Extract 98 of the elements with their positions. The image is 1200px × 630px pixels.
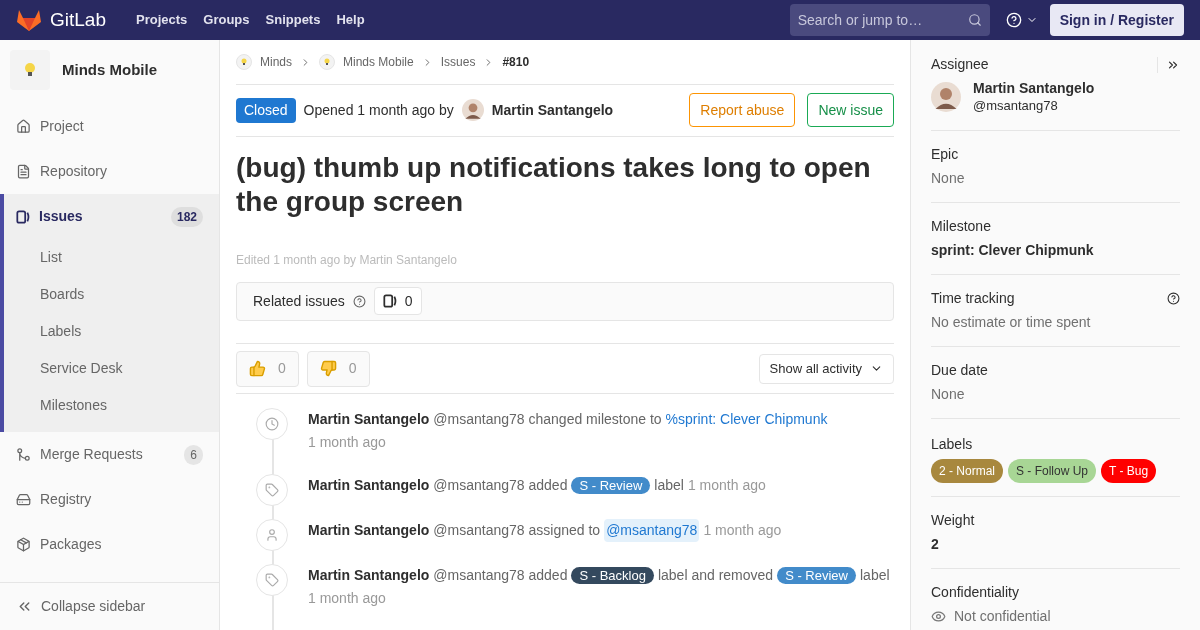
sidebar-subitem[interactable]: List xyxy=(4,239,219,276)
section-title: Confidentiality xyxy=(931,583,1019,602)
issues-icon xyxy=(382,294,397,309)
section-title: Weight xyxy=(931,511,975,530)
eye-icon xyxy=(931,609,946,624)
sidebar-item[interactable]: Project xyxy=(0,104,219,149)
section-value: Not confidential xyxy=(954,607,1051,626)
user-icon xyxy=(265,528,279,542)
event-label[interactable]: S - Review xyxy=(571,477,651,494)
breadcrumb-link[interactable]: Minds xyxy=(260,53,292,72)
search-field[interactable]: Search or jump to… xyxy=(789,4,990,36)
event-author[interactable]: Martin Santangelo xyxy=(308,408,430,431)
help-dropdown[interactable] xyxy=(1005,12,1038,28)
project-name[interactable]: Minds Mobile xyxy=(62,58,157,82)
section-value: sprint: Clever Chipmunk xyxy=(931,241,1094,260)
clock-icon xyxy=(265,417,279,431)
edited-note: Edited 1 month ago by Martin Santangelo xyxy=(236,251,458,269)
count-badge: 182 xyxy=(170,206,203,227)
tag-icon xyxy=(265,573,279,587)
nav-link[interactable]: Projects xyxy=(128,10,196,30)
opened-text: Opened 1 month ago by xyxy=(303,100,454,120)
event-text: @msantang78 changed milestone to xyxy=(433,410,662,429)
section-value: None xyxy=(931,385,965,404)
event-author[interactable]: Martin Santangelo xyxy=(308,519,430,542)
section-value: No estimate or time spent xyxy=(931,313,1091,332)
event-text: @msantang78 assigned to xyxy=(433,521,601,540)
section-title: Epic xyxy=(931,145,959,164)
thumbs-down-icon xyxy=(319,360,337,378)
sidebar-item[interactable]: Registry xyxy=(0,477,219,522)
sidebar-subitem[interactable]: Labels xyxy=(4,313,219,350)
assignee-name[interactable]: Martin Santangelo xyxy=(973,79,1095,97)
search-icon xyxy=(967,13,982,27)
breadcrumb-link[interactable]: Issues xyxy=(440,53,476,72)
section-title: Assignee xyxy=(931,55,989,74)
section-value: None xyxy=(931,169,965,188)
event-text: label xyxy=(860,566,890,585)
nav-link[interactable]: Snippets xyxy=(257,10,329,30)
brand-name[interactable]: GitLab xyxy=(50,5,106,35)
event-label[interactable]: S - Backlog xyxy=(571,567,654,584)
event-time: 1 month ago xyxy=(308,433,386,452)
event-text: label xyxy=(654,476,684,495)
event-text: @msantang78 added xyxy=(433,566,568,585)
help-icon[interactable] xyxy=(1167,292,1180,305)
label-tag[interactable]: S - Follow Up xyxy=(1008,459,1097,483)
milestone-link[interactable]: %sprint: Clever Chipmunk xyxy=(665,408,828,431)
related-issues-title: Related issues xyxy=(253,291,345,311)
count-badge: 6 xyxy=(184,444,203,465)
house-icon xyxy=(16,119,31,134)
sidebar-item[interactable]: Repository xyxy=(0,149,219,194)
sign-in-button[interactable]: Sign in / Register xyxy=(1049,4,1184,36)
merge-icon xyxy=(16,447,31,462)
event-time: 1 month ago xyxy=(308,589,386,608)
event-author[interactable]: Martin Santangelo xyxy=(308,564,430,587)
event-text: label and removed xyxy=(657,566,774,585)
avatar xyxy=(461,99,484,122)
assignee-handle: @msantang78 xyxy=(973,97,1059,115)
nav-link[interactable]: Groups xyxy=(195,10,258,30)
breadcrumb-link[interactable]: #810 xyxy=(502,53,530,72)
group-avatar xyxy=(319,54,335,71)
sidebar-item[interactable]: Issues 182 xyxy=(4,194,219,239)
document-icon xyxy=(16,164,31,179)
label-tag[interactable]: 2 - Normal xyxy=(931,459,1003,483)
sidebar-item[interactable]: Packages xyxy=(0,522,219,567)
sidebar-item[interactable]: Merge Requests 6 xyxy=(0,432,219,477)
event-time: 1 month ago xyxy=(687,476,766,495)
issues-icon xyxy=(16,209,30,224)
event-author[interactable]: Martin Santangelo xyxy=(308,474,430,497)
sidebar-subitem[interactable]: Service Desk xyxy=(4,350,219,387)
breadcrumb-link[interactable]: Minds Mobile xyxy=(343,53,414,72)
activity-filter-dropdown[interactable]: Show all activity xyxy=(758,353,894,384)
help-icon[interactable] xyxy=(352,294,366,308)
event-time: 1 month ago xyxy=(703,521,782,540)
section-title: Milestone xyxy=(931,217,991,236)
assignee-avatar xyxy=(931,82,961,112)
group-avatar xyxy=(236,54,252,71)
thumbs-up-icon xyxy=(249,360,266,378)
section-title: Due date xyxy=(931,361,988,380)
related-count-badge[interactable]: 0 xyxy=(373,287,422,316)
lightbulb-icon xyxy=(24,62,36,78)
section-title: Labels xyxy=(931,436,973,452)
tag-icon xyxy=(265,483,279,497)
label-tag[interactable]: T - Bug xyxy=(1101,459,1157,483)
user-mention[interactable]: @msantang78 xyxy=(604,519,700,542)
event-label[interactable]: S - Review xyxy=(777,567,856,584)
sidebar-subitem[interactable]: Boards xyxy=(4,276,219,313)
section-value: 2 xyxy=(931,535,939,554)
package-icon xyxy=(16,537,31,552)
help-icon xyxy=(1005,12,1022,28)
author-link[interactable]: Martin Santangelo xyxy=(491,99,614,121)
status-badge: Closed xyxy=(236,97,296,123)
event-text: @msantang78 added xyxy=(433,476,568,495)
drive-icon xyxy=(16,492,31,507)
fox-logo xyxy=(16,8,42,32)
new-issue-button[interactable]: New issue xyxy=(807,93,894,128)
issue-title: (bug) thumb up notifications takes long to open the group screen xyxy=(236,150,872,219)
sidebar-subitem[interactable]: Milestones xyxy=(4,387,219,424)
nav-link[interactable]: Help xyxy=(328,10,373,30)
section-title: Time tracking xyxy=(931,289,1015,308)
